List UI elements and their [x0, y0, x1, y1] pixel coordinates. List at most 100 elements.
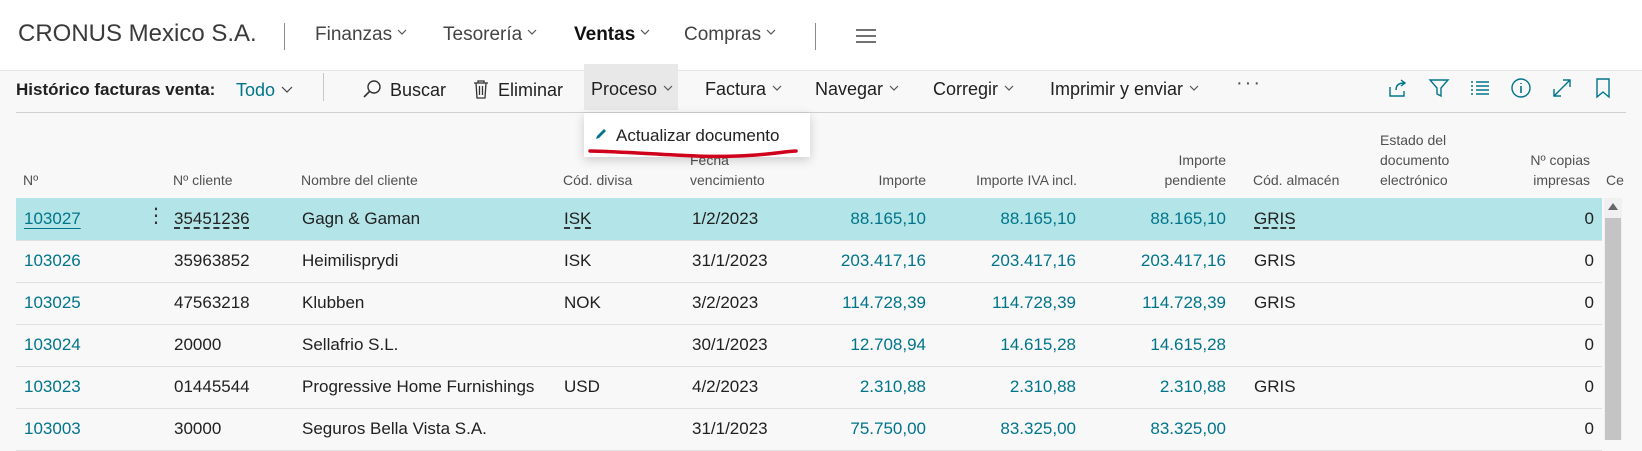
header-no[interactable]: Nº	[23, 170, 38, 190]
table-row[interactable]: 103026 35963852 Heimilisprydi ISK 31/1/2…	[16, 240, 1602, 283]
menu-tesoreria[interactable]: Tesorería	[443, 24, 537, 46]
cell-no[interactable]: 103023	[24, 377, 81, 397]
cell-divisa[interactable]: ISK	[564, 209, 591, 229]
imprimir-enviar-menu-button[interactable]: Imprimir y enviar	[1050, 79, 1199, 100]
cell-importe[interactable]: 75.750,00	[826, 419, 926, 439]
share-icon[interactable]	[1387, 77, 1409, 99]
cell-iva[interactable]: 88.165,10	[956, 209, 1076, 229]
cell-cliente[interactable]: 47563218	[174, 293, 250, 313]
cell-pendiente[interactable]: 2.310,88	[1106, 377, 1226, 397]
view-filter-dropdown[interactable]: Todo	[236, 80, 293, 101]
bookmark-icon[interactable]	[1592, 77, 1614, 99]
info-icon[interactable]	[1510, 77, 1532, 99]
cell-copias: 0	[1584, 335, 1594, 354]
header-line: Importe	[1178, 152, 1226, 168]
cell-importe[interactable]: 114.728,39	[826, 293, 926, 313]
expand-icon[interactable]	[1551, 77, 1573, 99]
header-line: impresas	[1533, 172, 1590, 188]
menu-ventas[interactable]: Ventas	[574, 24, 650, 46]
header-copias[interactable]: Nº copias impresas	[1490, 150, 1590, 190]
menu-label: Ventas	[574, 24, 636, 45]
proceso-menu-button[interactable]: Proceso	[591, 79, 673, 100]
cell-divisa[interactable]: NOK	[564, 293, 601, 313]
header-divisa[interactable]: Cód. divisa	[563, 170, 632, 190]
menu-finanzas[interactable]: Finanzas	[315, 24, 407, 46]
header-almacen[interactable]: Cód. almacén	[1253, 170, 1339, 190]
cell-almacen[interactable]: GRIS	[1254, 209, 1296, 229]
cell-importe[interactable]: 203.417,16	[826, 251, 926, 271]
header-iva[interactable]: Importe IVA incl.	[940, 170, 1077, 190]
cell-divisa[interactable]: USD	[564, 377, 600, 397]
list-view-icon[interactable]	[1469, 77, 1491, 99]
eliminar-button[interactable]: Eliminar	[472, 79, 563, 101]
cell-importe[interactable]: 88.165,10	[826, 209, 926, 229]
cell-pendiente[interactable]: 203.417,16	[1106, 251, 1226, 271]
cell-almacen[interactable]: GRIS	[1254, 293, 1296, 313]
cell-cliente[interactable]: 20000	[174, 335, 221, 355]
header-line: electrónico	[1380, 172, 1448, 188]
cell-iva[interactable]: 203.417,16	[956, 251, 1076, 271]
table-row[interactable]: 103027 ⋮ 35451236 Gagn & Gaman ISK 1/2/2…	[16, 198, 1602, 241]
cell-iva[interactable]: 83.325,00	[956, 419, 1076, 439]
cell-nombre: Heimilisprydi	[302, 251, 399, 270]
chevron-down-icon	[766, 29, 776, 35]
cell-no[interactable]: 103003	[24, 419, 81, 439]
cell-pendiente[interactable]: 88.165,10	[1106, 209, 1226, 229]
cell-divisa[interactable]: ISK	[564, 251, 591, 271]
header-extra[interactable]: Ce	[1606, 170, 1624, 190]
divider	[284, 23, 285, 50]
header-pendiente[interactable]: Importe pendiente	[1126, 150, 1226, 190]
menu-compras[interactable]: Compras	[684, 24, 776, 46]
header-importe[interactable]: Importe	[826, 170, 926, 190]
cell-cliente[interactable]: 01445544	[174, 377, 250, 397]
cell-cliente[interactable]: 30000	[174, 419, 221, 439]
trash-icon	[474, 80, 488, 99]
cell-pendiente[interactable]: 114.728,39	[1106, 293, 1226, 313]
chevron-down-icon	[1004, 85, 1014, 91]
factura-menu-button[interactable]: Factura	[705, 79, 782, 100]
cell-almacen[interactable]: GRIS	[1254, 251, 1296, 271]
top-navigation: CRONUS Mexico S.A. Finanzas Tesorería Ve…	[0, 0, 1642, 71]
chevron-down-icon	[663, 85, 673, 91]
hamburger-menu-icon[interactable]	[856, 29, 876, 43]
navegar-menu-button[interactable]: Navegar	[815, 79, 899, 100]
cell-cliente[interactable]: 35451236	[174, 209, 250, 229]
cell-no[interactable]: 103025	[24, 293, 81, 313]
cell-nombre: Seguros Bella Vista S.A.	[302, 419, 487, 438]
scrollbar-thumb[interactable]	[1605, 218, 1621, 440]
cell-importe[interactable]: 2.310,88	[826, 377, 926, 397]
cell-iva[interactable]: 114.728,39	[956, 293, 1076, 313]
cell-no[interactable]: 103026	[24, 251, 81, 271]
cell-no[interactable]: 103024	[24, 335, 81, 355]
header-cliente[interactable]: Nº cliente	[173, 170, 233, 190]
cell-pendiente[interactable]: 83.325,00	[1106, 419, 1226, 439]
cell-iva[interactable]: 2.310,88	[956, 377, 1076, 397]
cell-almacen[interactable]: GRIS	[1254, 377, 1296, 397]
cell-nombre: Gagn & Gaman	[302, 209, 421, 228]
header-estado[interactable]: Estado del documento electrónico	[1380, 130, 1449, 190]
company-name[interactable]: CRONUS Mexico S.A.	[18, 20, 257, 48]
table-row[interactable]: 103023 01445544 Progressive Home Furnish…	[16, 366, 1602, 409]
pencil-icon	[596, 129, 606, 139]
cell-iva[interactable]: 14.615,28	[956, 335, 1076, 355]
cell-cliente[interactable]: 35963852	[174, 251, 250, 271]
corregir-menu-button[interactable]: Corregir	[933, 79, 1014, 100]
cell-pendiente[interactable]: 14.615,28	[1106, 335, 1226, 355]
search-icon	[363, 80, 381, 98]
table-row[interactable]: 103025 47563218 Klubben NOK 3/2/2023 114…	[16, 282, 1602, 325]
scroll-up-arrow-icon[interactable]	[1608, 203, 1618, 210]
cell-no[interactable]: 103027	[24, 209, 81, 229]
divider	[323, 73, 324, 101]
buscar-button[interactable]: Buscar	[362, 79, 446, 101]
header-line: pendiente	[1164, 172, 1226, 188]
cell-importe[interactable]: 12.708,94	[826, 335, 926, 355]
row-actions-icon[interactable]: ⋮	[146, 206, 166, 226]
cell-fecha: 31/1/2023	[692, 419, 768, 438]
filter-icon[interactable]	[1428, 77, 1450, 99]
more-actions-button[interactable]: ···	[1236, 72, 1262, 95]
table-row[interactable]: 103024 20000 Sellafrio S.L. 30/1/2023 12…	[16, 324, 1602, 367]
header-nombre[interactable]: Nombre del cliente	[301, 170, 418, 190]
table-row[interactable]: 103003 30000 Seguros Bella Vista S.A. 31…	[16, 408, 1602, 451]
divider	[815, 23, 816, 50]
cell-copias: 0	[1584, 209, 1594, 228]
